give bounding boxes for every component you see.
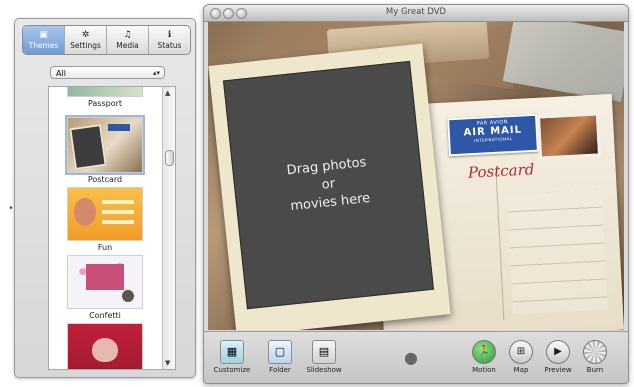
window-titlebar[interactable]: My Great DVD [204,5,628,22]
theme-thumbnail [67,87,143,97]
slideshow-label: Slideshow [306,366,342,374]
drawer-handle-icon[interactable]: • [8,204,18,214]
theme-list-scrollbar[interactable]: ▲ ▼ [162,87,175,369]
preview-button[interactable]: ▶ Preview [538,340,578,374]
tab-settings[interactable]: ✲ Settings [65,26,107,54]
theme-item-hearts[interactable] [49,323,161,369]
theme-thumbnail [65,115,145,175]
thumbnail-airmail-label [108,124,130,131]
scroll-thumb[interactable] [165,150,174,166]
airmail-label: PAR AVION AIR MAIL INTERNATIONAL [447,113,539,157]
photo-frame: Drag photos or movies here [208,43,451,330]
scroll-up-icon[interactable]: ▲ [165,89,170,97]
thumbnail-menu-line [102,210,134,214]
map-icon: ⊞ [509,340,533,364]
motion-button[interactable]: 🏃 Motion [464,340,504,374]
burn-button[interactable]: Burn [575,340,615,374]
theme-filter-value: All [56,69,66,78]
menu-preview-canvas: PAR AVION AIR MAIL INTERNATIONAL Postcar… [208,22,624,330]
customize-icon: ▦ [220,340,244,364]
media-drop-zone[interactable]: Drag photos or movies here [222,60,434,310]
themes-drawer: • ▣ Themes ✲ Settings ♫ Media ℹ Status A… [8,18,196,378]
drop-zone-text: Drag photos or movies here [285,155,371,215]
motion-label: Motion [472,366,496,374]
slideshow-button[interactable]: ▤ Slideshow [304,340,344,374]
idvd-window: My Great DVD PAR AVION AIR MAIL INTERNAT… [203,4,629,384]
map-button[interactable]: ⊞ Map [501,340,541,374]
postcard-address-lines [506,189,608,315]
theme-item-fun[interactable]: Fun [49,187,161,252]
media-icon: ♫ [123,30,132,40]
thumbnail-badge [122,290,134,302]
thumbnail-photo [74,198,96,226]
burn-label: Burn [586,366,604,374]
theme-label: Postcard [87,175,123,184]
thumbnail-heart [92,338,118,362]
thumbnail-photo-frame [69,123,107,171]
customize-button[interactable]: ▦ Customize [212,340,252,374]
drawer-tab-bar: ▣ Themes ✲ Settings ♫ Media ℹ Status [22,25,191,55]
window-title: My Great DVD [385,7,447,17]
info-icon: ℹ [167,30,172,40]
theme-list[interactable]: Passport Postcard Fun Confetti ▲ ▼ [48,86,176,370]
map-label: Map [513,366,529,374]
theme-item-confetti[interactable]: Confetti [49,255,161,320]
thumbnail-menu-line [102,200,134,204]
folder-icon: ▢ [268,340,292,364]
postage-stamp [536,112,602,160]
tab-media-label: Media [116,41,139,50]
tab-media[interactable]: ♫ Media [107,26,149,54]
theme-item-postcard[interactable]: Postcard [49,115,161,184]
tab-status-label: Status [157,41,182,50]
postcard-title[interactable]: Postcard [468,160,535,181]
thumbnail-photo [86,264,124,290]
slideshow-icon: ▤ [312,340,336,364]
theme-thumbnail [67,323,143,369]
motion-icon: 🏃 [472,340,496,364]
bottom-toolbar: ▦ Customize ▢ Folder ▤ Slideshow ● 🏃 Mot… [204,331,628,383]
theme-filter-select[interactable]: All ▴▾ [50,66,165,79]
apple-logo-icon: ● [404,348,418,367]
theme-thumbnail [67,187,143,241]
customize-label: Customize [213,366,251,374]
play-icon: ▶ [546,340,570,364]
postcard-divider [495,170,505,320]
tab-settings-label: Settings [70,41,101,50]
tab-status[interactable]: ℹ Status [149,26,190,54]
tab-themes[interactable]: ▣ Themes [23,26,65,54]
theme-item-passport[interactable]: Passport [49,87,161,108]
tab-themes-label: Themes [28,41,59,50]
folder-button[interactable]: ▢ Folder [260,340,300,374]
gear-icon: ✲ [81,30,90,40]
theme-label: Fun [97,243,113,252]
burn-icon [583,340,607,364]
theme-thumbnail [67,255,143,309]
select-arrows-icon: ▴▾ [152,69,160,77]
background-map [502,22,624,102]
folder-label: Folder [269,366,291,374]
theme-label: Confetti [89,311,121,320]
preview-label: Preview [544,366,572,374]
thumbnail-menu-line [102,220,134,224]
theme-label: Passport [87,99,123,108]
scroll-down-icon[interactable]: ▼ [165,359,170,367]
themes-icon: ▣ [39,30,48,40]
